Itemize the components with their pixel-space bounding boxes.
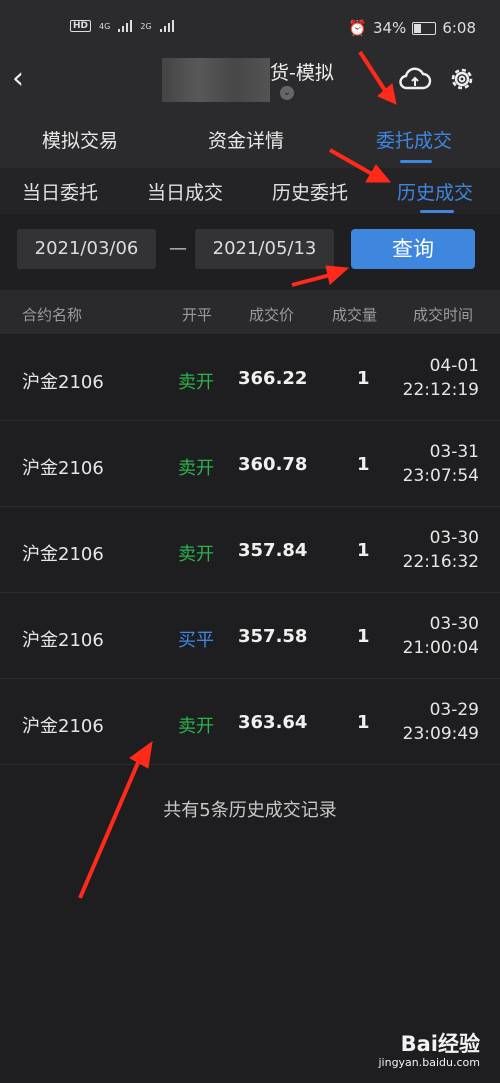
- trade-price: 366.22: [238, 368, 308, 389]
- signal-icon: [159, 20, 174, 32]
- contract-name: 沪金2106: [22, 544, 104, 565]
- column-header-contract: 合约名称: [22, 306, 83, 324]
- table-row[interactable]: 沪金2106 卖开 357.84 1 03-30 22:16:32: [0, 506, 500, 593]
- trade-time: 22:16:32: [402, 552, 479, 572]
- gear-icon[interactable]: [447, 64, 477, 94]
- baidu-jingyan-watermark: Bai经验 jingyan.baidu.com: [378, 1028, 480, 1069]
- page-title: 货-模拟: [270, 62, 334, 84]
- contract-name: 沪金2106: [22, 458, 104, 479]
- direction-label: 卖开: [178, 372, 214, 393]
- tab-history-trades[interactable]: 历史成交: [397, 178, 473, 205]
- table-row[interactable]: 沪金2106 卖开 366.22 1 04-01 22:12:19: [0, 334, 500, 421]
- tab-history-orders[interactable]: 历史委托: [272, 178, 348, 205]
- end-date-field[interactable]: 2021/05/13: [195, 229, 334, 269]
- signal-icon: [118, 20, 133, 32]
- trade-volume: 1: [357, 454, 370, 475]
- trade-price: 357.58: [238, 626, 308, 647]
- redacted-account-name: [162, 58, 270, 102]
- column-header-time: 成交时间: [413, 306, 474, 324]
- trade-volume: 1: [357, 540, 370, 561]
- watermark-url: jingyan.baidu.com: [378, 1056, 480, 1069]
- active-tab-indicator: [400, 160, 432, 163]
- column-header-volume: 成交量: [332, 306, 378, 324]
- sub-tab-bar: 当日委托 当日成交 历史委托 历史成交: [0, 168, 500, 214]
- trade-date: 03-30: [429, 614, 479, 634]
- direction-label: 卖开: [178, 716, 214, 737]
- trade-date: 03-30: [429, 528, 479, 548]
- chevron-down-icon[interactable]: ⌄: [280, 86, 294, 100]
- trade-price: 357.84: [238, 540, 308, 561]
- battery-icon: [412, 21, 437, 35]
- trade-time: 22:12:19: [402, 380, 479, 400]
- main-tab-bar: 模拟交易 资金详情 委托成交: [0, 110, 500, 168]
- watermark-logo: Bai经验: [400, 1032, 480, 1056]
- start-date-field[interactable]: 2021/03/06: [17, 229, 156, 269]
- trade-time: 23:09:49: [402, 724, 479, 744]
- table-row[interactable]: 沪金2106 卖开 363.64 1 03-29 23:09:49: [0, 678, 500, 765]
- column-header-open-close: 开平: [182, 306, 213, 324]
- tab-today-trades[interactable]: 当日成交: [147, 178, 223, 205]
- tab-fund-details[interactable]: 资金详情: [208, 126, 284, 153]
- trade-time: 21:00:04: [402, 638, 479, 658]
- table-row[interactable]: 沪金2106 买平 357.58 1 03-30 21:00:04: [0, 592, 500, 679]
- query-button[interactable]: 查询: [351, 229, 475, 269]
- direction-label: 卖开: [178, 458, 214, 479]
- date-separator: —: [169, 238, 187, 259]
- chevron-left-icon[interactable]: ‹: [12, 64, 24, 94]
- column-header-price: 成交价: [249, 306, 295, 324]
- tab-today-orders[interactable]: 当日委托: [22, 178, 98, 205]
- active-subtab-indicator: [420, 210, 454, 213]
- trade-time: 23:07:54: [402, 466, 479, 486]
- trade-price: 360.78: [238, 454, 308, 475]
- network-2g-label: 2G: [140, 21, 152, 31]
- network-4g-label: 4G: [99, 21, 111, 31]
- trade-date: 04-01: [429, 356, 479, 376]
- trade-volume: 1: [357, 712, 370, 733]
- tab-orders-trades[interactable]: 委托成交: [376, 126, 452, 153]
- trade-volume: 1: [357, 368, 370, 389]
- trade-date: 03-31: [429, 442, 479, 462]
- clock: 6:08: [442, 19, 476, 37]
- date-filter-row: 2021/03/06 — 2021/05/13 查询: [0, 214, 500, 290]
- trade-price: 363.64: [238, 712, 308, 733]
- direction-label: 卖开: [178, 544, 214, 565]
- tab-simulated-trading[interactable]: 模拟交易: [42, 126, 118, 153]
- battery-percent: 34%: [372, 19, 407, 37]
- trade-date: 03-29: [429, 700, 479, 720]
- status-bar: HD 4G 2G ⏰ 34% 6:08: [0, 0, 500, 58]
- cloud-sync-icon[interactable]: [398, 64, 432, 92]
- table-row[interactable]: 沪金2106 卖开 360.78 1 03-31 23:07:54: [0, 420, 500, 507]
- trade-volume: 1: [357, 626, 370, 647]
- hd-badge: HD: [70, 20, 92, 32]
- direction-label: 买平: [178, 630, 214, 651]
- contract-name: 沪金2106: [22, 372, 104, 393]
- records-summary: 共有5条历史成交记录: [163, 800, 337, 821]
- alarm-icon: ⏰: [348, 19, 367, 37]
- table-header: 合约名称 开平 成交价 成交量 成交时间: [0, 290, 500, 334]
- contract-name: 沪金2106: [22, 630, 104, 651]
- contract-name: 沪金2106: [22, 716, 104, 737]
